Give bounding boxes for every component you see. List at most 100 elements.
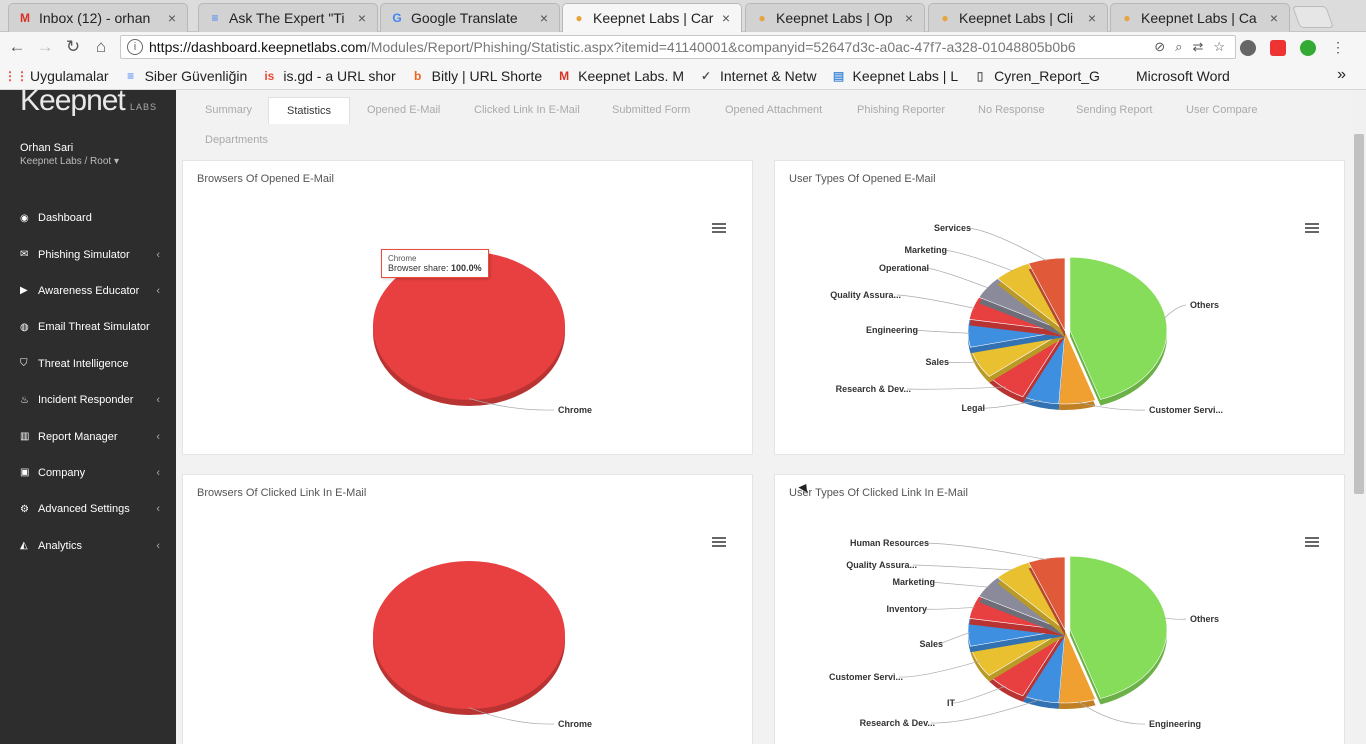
bookmark-item[interactable]: is is.gd - a URL shor: [261, 68, 395, 84]
translate-page-icon[interactable]: ⇄: [1192, 39, 1203, 55]
dashboard-icon: ◉: [20, 212, 29, 224]
bookmark-item[interactable]: Microsoft Word: [1114, 68, 1230, 84]
tab-opened-e-mail[interactable]: Opened E-Mail: [367, 104, 440, 116]
page-scrollbar[interactable]: [1352, 90, 1366, 744]
sidebar-item-awareness-educator[interactable]: ▶ Awareness Educator ‹: [0, 273, 176, 309]
sidebar-item-label: Email Threat Simulator: [38, 321, 150, 334]
tab-departments[interactable]: Departments: [205, 134, 268, 146]
sidebar-menu: ◉ Dashboard ✉ Phishing Simulator ‹ ▶ Awareness…: [0, 200, 176, 564]
sidebar-item-phishing-simulator[interactable]: ✉ Phishing Simulator ‹: [0, 236, 176, 272]
pie-slice: [373, 561, 565, 709]
tab-no-response[interactable]: No Response: [978, 104, 1045, 116]
gmail-icon: M: [20, 11, 30, 25]
report-tabs: Summary Statistics Opened E-Mail Clicked Li…: [176, 90, 1352, 155]
gears-icon: ⚙: [20, 503, 29, 515]
tab-close-icon[interactable]: ×: [1085, 10, 1099, 26]
new-tab-button[interactable]: [1291, 6, 1335, 28]
home-button[interactable]: ⌂: [90, 37, 112, 57]
scrollbar-thumb[interactable]: [1354, 134, 1364, 494]
browser-menu-icon[interactable]: ⋮: [1330, 40, 1346, 56]
sidebar: Keepnet LABS Orhan Sari Keepnet Labs / R…: [0, 84, 176, 744]
tab-opened-attachment[interactable]: Opened Attachment: [725, 104, 822, 116]
address-bar[interactable]: i https://dashboard.keepnetlabs.com/Modu…: [120, 35, 1236, 59]
blocked-icon[interactable]: ⊘: [1154, 39, 1165, 55]
panel-usertypes-clicked: User Types Of Clicked Link In E-Mail Oth…: [774, 474, 1345, 744]
pie-label: Marketing: [904, 245, 947, 255]
user-org-dropdown[interactable]: Keepnet Labs / Root ▾: [20, 156, 119, 167]
tab-submitted-form[interactable]: Submitted Form: [612, 104, 690, 116]
tab-close-icon[interactable]: ×: [902, 10, 916, 26]
tab-close-icon[interactable]: ×: [1267, 10, 1281, 26]
bookmark-item[interactable]: ▯ Cyren_Report_G: [972, 68, 1100, 84]
pie-chart-usertypes-opened: Others Customer Servi... Legal Research & D…: [830, 223, 1223, 415]
bookmark-item[interactable]: ✓ Internet & Netw: [698, 68, 817, 84]
extension-globe-icon[interactable]: [1240, 40, 1256, 56]
sidebar-item-analytics[interactable]: ◭ Analytics ‹: [0, 528, 176, 564]
bookmark-item[interactable]: b Bitly | URL Shorte: [410, 68, 542, 84]
keepnet-icon: ●: [1123, 11, 1131, 25]
bookmark-star-icon[interactable]: ☆: [1213, 39, 1225, 55]
pie-chart-browsers-clicked: Chrome: [373, 561, 592, 729]
back-button[interactable]: ←: [6, 37, 28, 57]
browser-tab[interactable]: ● Keepnet Labs | Ca ×: [1110, 3, 1290, 32]
tab-phishing-reporter[interactable]: Phishing Reporter: [857, 104, 945, 116]
pie-label: Sales: [919, 639, 943, 649]
sidebar-item-dashboard[interactable]: ◉ Dashboard: [0, 200, 176, 236]
extension-green-icon[interactable]: [1300, 40, 1316, 56]
tab-close-icon[interactable]: ×: [537, 10, 551, 26]
keepnet-icon: ●: [758, 11, 766, 25]
more-bookmarks-icon[interactable]: »: [1337, 66, 1346, 84]
sidebar-item-advanced-settings[interactable]: ⚙ Advanced Settings ‹: [0, 491, 176, 527]
bitly-icon: b: [413, 68, 422, 83]
file-icon: ▯: [976, 68, 984, 83]
browser-tab[interactable]: M Inbox (12) - orhan ×: [8, 3, 188, 32]
extension-badge-icon[interactable]: [1270, 40, 1286, 56]
sidebar-item-email-threat-simulator[interactable]: ◍ Email Threat Simulator: [0, 309, 176, 345]
pie-connector: [922, 607, 975, 610]
bookmark-label: Uygulamalar: [30, 67, 109, 84]
bookmarks-bar: ⋮⋮ Uygulamalar ≡ Siber Güvenliğin is is.gd - …: [0, 62, 1366, 90]
tab-label: Keepnet Labs | Op: [776, 10, 893, 26]
info-icon[interactable]: i: [127, 39, 143, 55]
bookmark-item[interactable]: ▤ Keepnet Labs | L: [831, 68, 958, 84]
isgd-icon: is: [264, 68, 275, 83]
pie-connector: [944, 361, 980, 363]
bookmark-item[interactable]: ≡ Siber Güvenliğin: [123, 68, 247, 84]
sidebar-item-report-manager[interactable]: ▥ Report Manager ‹: [0, 418, 176, 454]
zoom-icon[interactable]: ⌕: [1175, 39, 1182, 55]
bookmark-item[interactable]: M Keepnet Labs. M: [556, 68, 684, 84]
browser-tab[interactable]: G Google Translate ×: [380, 3, 560, 32]
pie-connector: [938, 631, 971, 645]
tab-sending-report[interactable]: Sending Report: [1076, 104, 1152, 116]
bookmark-item[interactable]: ⋮⋮ Uygulamalar: [8, 68, 109, 84]
sidebar-item-incident-responder[interactable]: ♨ Incident Responder ‹: [0, 382, 176, 418]
sidebar-item-threat-intelligence[interactable]: ⛉ Threat Intelligence: [0, 346, 176, 382]
tab-close-icon[interactable]: ×: [165, 10, 179, 26]
pie-label: Operational: [879, 263, 929, 273]
tab-label: Google Translate: [411, 10, 518, 26]
tab-clicked-link-in-e-mail[interactable]: Clicked Link In E-Mail: [474, 104, 580, 116]
browser-tab[interactable]: ● Keepnet Labs | Cli ×: [928, 3, 1108, 32]
video-icon: ▶: [20, 285, 28, 297]
browser-tab[interactable]: ● Keepnet Labs | Op ×: [745, 3, 925, 32]
browser-tab[interactable]: ≡ Ask The Expert "Ti ×: [198, 3, 378, 32]
sidebar-item-company[interactable]: ▣ Company ‹: [0, 455, 176, 491]
tab-summary[interactable]: Summary: [205, 104, 252, 116]
briefcase-icon: ▣: [20, 467, 30, 479]
tab-user-compare[interactable]: User Compare: [1186, 104, 1258, 116]
bar-chart-icon: ▥: [20, 431, 30, 443]
tooltip-title: Chrome: [388, 254, 417, 263]
chevron-left-icon: ‹: [156, 394, 160, 407]
tab-close-icon[interactable]: ×: [719, 10, 733, 26]
forward-button[interactable]: →: [34, 37, 56, 57]
keepnet-logo[interactable]: Keepnet: [20, 84, 126, 118]
browser-tab[interactable]: ● Keepnet Labs | Car ×: [562, 3, 742, 32]
tooltip-label: Browser share:: [388, 263, 449, 273]
chevron-left-icon: ‹: [156, 539, 160, 552]
reload-button[interactable]: ↻: [62, 37, 84, 57]
pie-label: Quality Assura...: [846, 560, 917, 570]
tab-close-icon[interactable]: ×: [355, 10, 369, 26]
pie-connector: [924, 267, 989, 289]
tooltip-value: 100.0%: [451, 263, 482, 273]
tab-statistics[interactable]: Statistics: [268, 97, 351, 124]
